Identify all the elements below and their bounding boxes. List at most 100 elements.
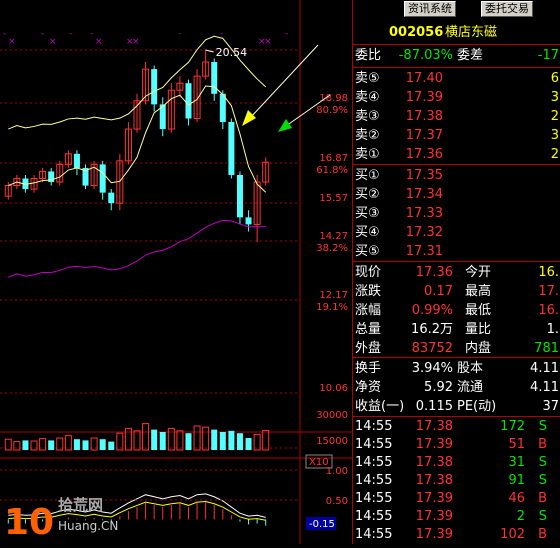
volume-bar xyxy=(82,440,89,450)
tick-time: 14:55 xyxy=(355,509,393,524)
fin-value: 4.11 xyxy=(530,380,559,395)
buy-row: 买④ 17.32 xyxy=(353,224,560,242)
volume-bar xyxy=(13,441,21,451)
sell-label: 卖② xyxy=(355,128,380,143)
sell-volume: 3 xyxy=(550,90,559,105)
signal-dash-marker: - xyxy=(3,29,6,39)
fin-row: 净资 5.92 流通 4.11 xyxy=(353,379,560,397)
stock-header: 002056 横店东磁 xyxy=(353,24,560,42)
volume-bar xyxy=(211,429,218,450)
fin-row: 收益(一) 0.115 PE(动) 37 xyxy=(353,398,560,416)
tick-row: 14:55 17.39 46 B xyxy=(353,490,560,508)
tick-price: 17.39 xyxy=(415,437,453,452)
tick-price: 17.38 xyxy=(415,473,453,488)
quote-label: 涨跌 xyxy=(355,284,382,299)
diff-value: -17 xyxy=(537,48,559,63)
fin-value: 5.92 xyxy=(424,380,453,395)
macd-axis-label: 1.00 xyxy=(326,466,348,477)
tick-row: 14:55 17.38 172 S xyxy=(353,418,560,436)
buy-price: 17.34 xyxy=(405,187,443,202)
quote-label: 最低 xyxy=(465,303,492,318)
fin-label: 换手 xyxy=(355,361,382,376)
quote-value: 16. xyxy=(538,265,559,280)
volume-bar xyxy=(202,426,210,451)
tick-time: 14:55 xyxy=(355,437,393,452)
signal-dash-marker: - xyxy=(69,29,72,39)
tick-volume: 172 xyxy=(500,419,525,434)
buy-label: 买⑤ xyxy=(355,244,380,259)
price-axis-label: 12.17 xyxy=(319,290,348,301)
candle-body xyxy=(236,174,243,218)
fin-value: 0.115 xyxy=(415,399,453,414)
tick-time: 14:55 xyxy=(355,455,393,470)
ratio-row: 委比 -87.03% 委差 -17 xyxy=(353,47,560,65)
tick-side: B xyxy=(538,437,547,452)
volume-bar xyxy=(30,440,38,451)
tick-side: S xyxy=(538,455,547,470)
candle-body xyxy=(151,69,158,105)
volume-bar xyxy=(116,432,124,451)
signal-dash-marker: - xyxy=(41,29,44,39)
annotation-arrow-head-green xyxy=(278,119,292,132)
quote-value: 0.17 xyxy=(424,284,453,299)
tick-side: S xyxy=(538,509,547,524)
volume-bar xyxy=(142,423,150,451)
quote-row: 现价 17.36 今开 16. xyxy=(353,264,560,282)
quote-row: 涨幅 0.99% 最低 16. xyxy=(353,302,560,320)
tick-row: 14:55 17.39 2 S xyxy=(353,508,560,526)
quote-row: 外盘 83752 内盘 781 xyxy=(353,340,560,358)
buy-price: 17.33 xyxy=(405,206,443,221)
tick-volume: 102 xyxy=(500,527,525,542)
tick-time: 14:55 xyxy=(355,527,393,542)
signal-x-marker: × xyxy=(8,37,16,47)
quote-value: 17.36 xyxy=(415,265,453,280)
kline-chart-area[interactable]: 18.98 80.9% 16.87 61.8% 15.57 14.27 38.2% 12.17… xyxy=(0,0,352,544)
buy-label: 买① xyxy=(355,168,380,183)
quote-value: 17. xyxy=(538,284,559,299)
signal-dash-marker: - xyxy=(178,29,181,39)
quote-row: 总量 16.2万 量比 1. xyxy=(353,321,560,339)
annotation-arrow-head-yellow xyxy=(242,110,256,126)
buy-price: 17.32 xyxy=(405,225,443,240)
sell-price: 17.36 xyxy=(405,147,443,162)
volume-bar xyxy=(193,425,201,451)
sell-label: 卖③ xyxy=(355,109,380,124)
volume-bar xyxy=(151,429,158,450)
sell-row: 卖① 17.36 2 xyxy=(353,146,560,164)
kline-chart-svg[interactable]: 18.9880.9% 16.8761.8% 15.57 14.2738.2% 12.17… xyxy=(0,0,352,544)
quote-value: 0.99% xyxy=(411,303,453,318)
price-axis-label: 14.27 xyxy=(319,231,348,242)
quote-panel: 002056 横店东磁 委比 -87.03% 委差 -17 卖⑤ 17.40 6 卖④… xyxy=(352,0,560,544)
tick-volume: 91 xyxy=(508,473,525,488)
tick-price: 17.39 xyxy=(415,509,453,524)
quote-label: 总量 xyxy=(355,322,382,337)
buy-label: 买③ xyxy=(355,206,380,221)
signal-x-marker: × xyxy=(264,37,272,47)
volume-bar xyxy=(262,430,270,451)
tick-volume: 51 xyxy=(508,437,525,452)
sell-row: 卖⑤ 17.40 6 xyxy=(353,70,560,88)
volume-bar xyxy=(133,430,141,451)
macd-axis-label: 0.50 xyxy=(326,496,348,507)
tick-side: S xyxy=(538,473,547,488)
buy-price: 17.31 xyxy=(405,244,443,259)
tick-side: B xyxy=(538,527,547,542)
quote-label: 外盘 xyxy=(355,341,382,356)
volume-bar xyxy=(185,433,192,450)
volume-bar xyxy=(22,440,29,450)
pct-axis-label: 80.9% xyxy=(316,105,348,116)
quote-label: 最高 xyxy=(465,284,492,299)
ma-line-long xyxy=(8,219,266,278)
tick-row: 14:55 17.39 51 B xyxy=(353,436,560,454)
sell-price: 17.38 xyxy=(405,109,443,124)
fin-label: 收益(一) xyxy=(355,399,405,414)
signal-dash-marker: - xyxy=(285,29,288,39)
tick-side: B xyxy=(538,491,547,506)
sell-volume: 2 xyxy=(550,109,559,124)
watermark-url: Huang.CN xyxy=(58,519,118,533)
buy-label: 买② xyxy=(355,187,380,202)
buy-row: 买① 17.35 xyxy=(353,167,560,185)
sell-volume: 2 xyxy=(550,147,559,162)
tick-side: S xyxy=(538,419,547,434)
quote-value: 16. xyxy=(538,303,559,318)
